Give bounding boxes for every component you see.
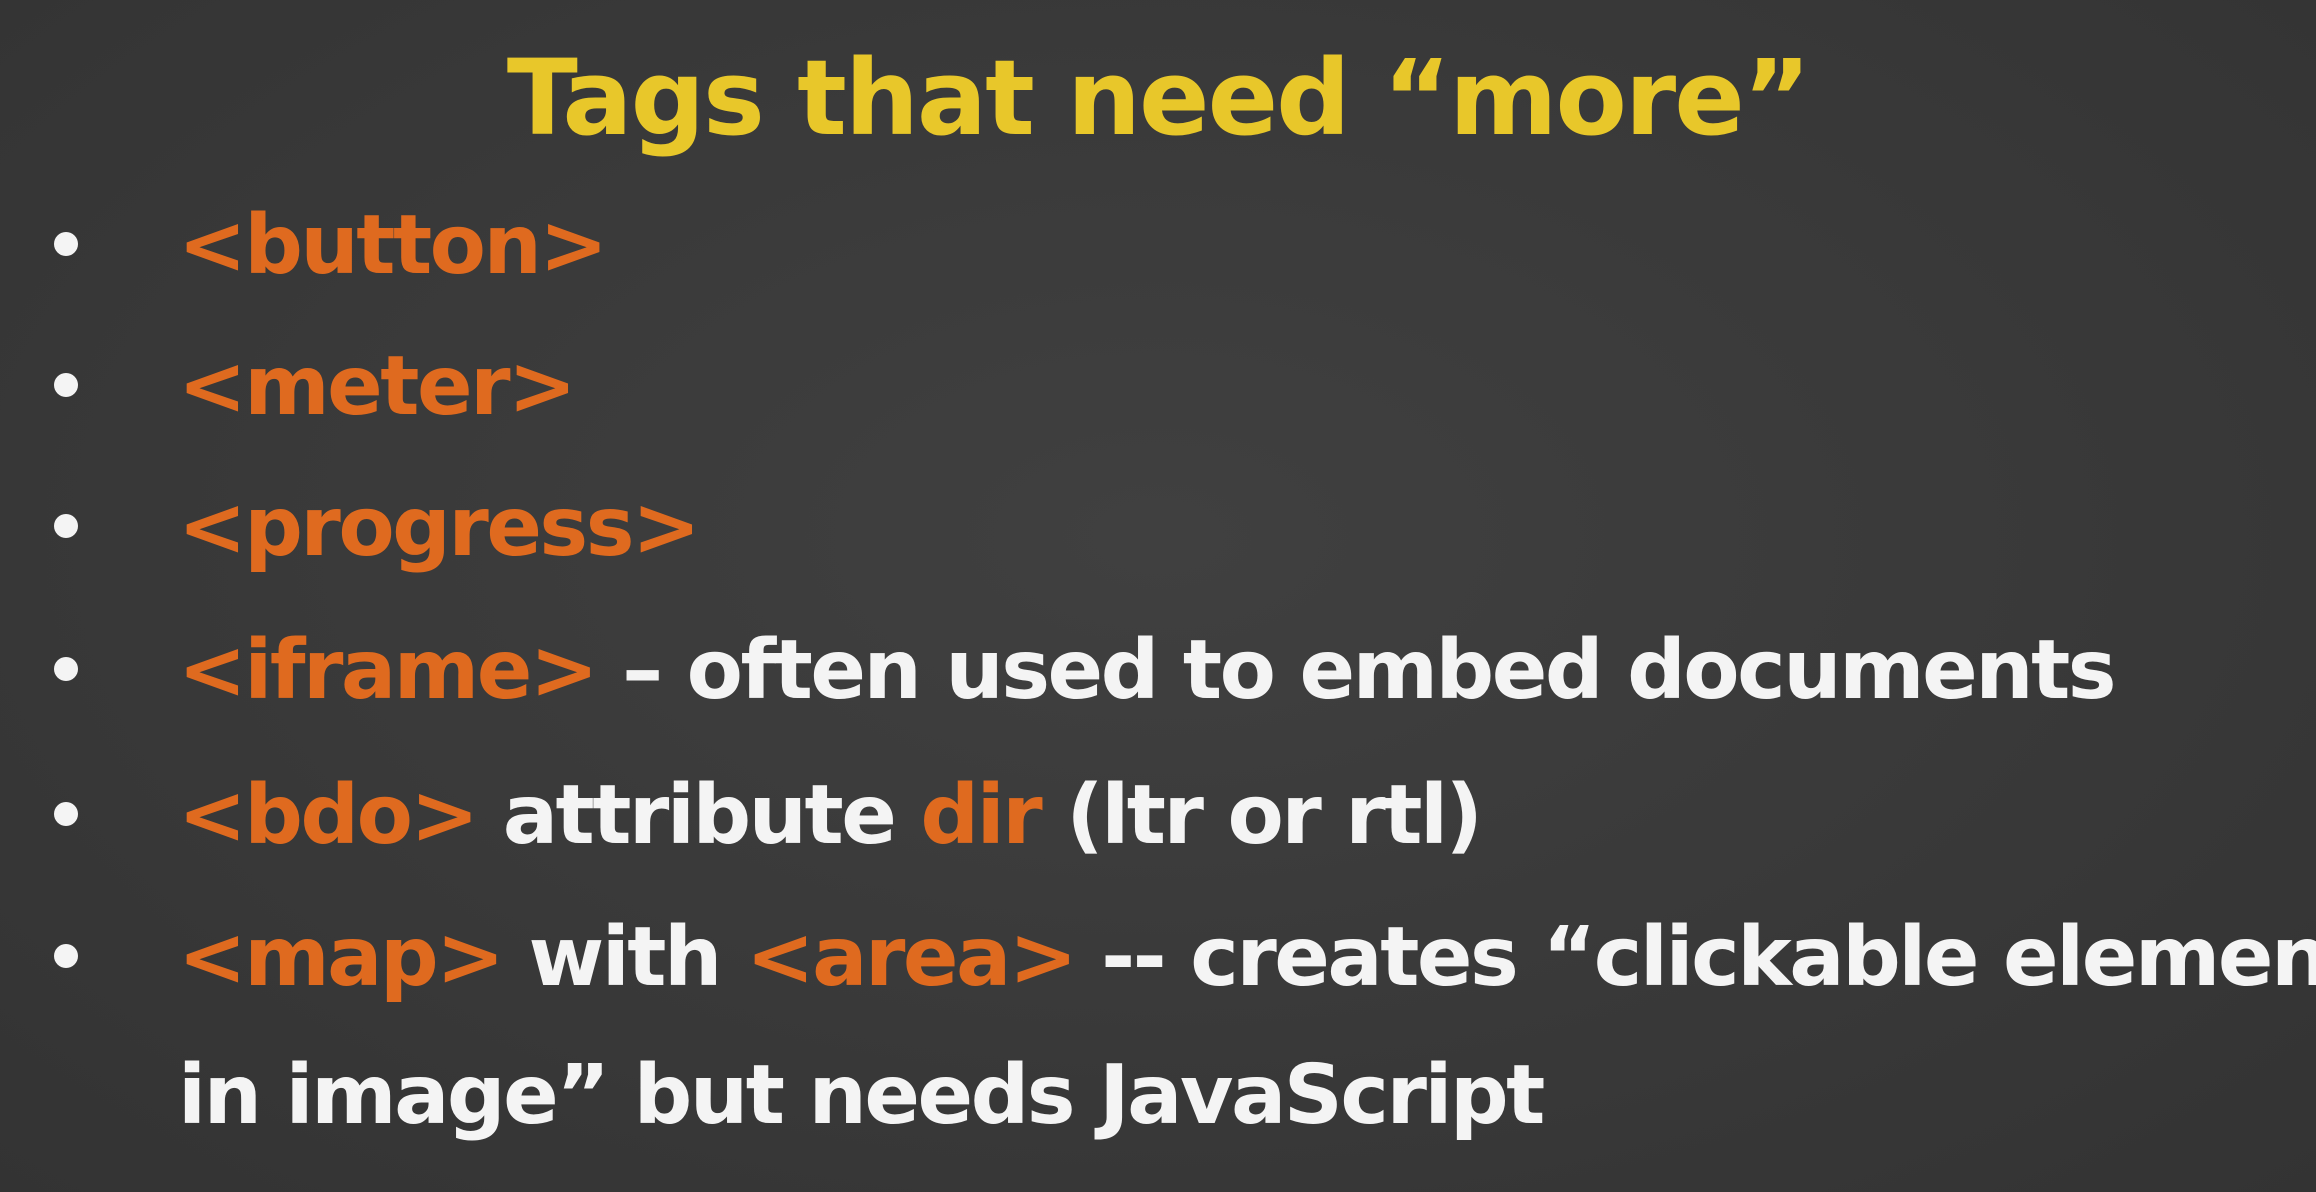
bullet-line: <bdo> attribute dir (ltr or rtl) (178, 746, 1483, 886)
bullet-dot-icon (54, 944, 78, 968)
html-tag: <button> (178, 198, 608, 293)
html-tag: <meter> (178, 339, 577, 434)
presentation-slide: Tags that need “more” <button> <meter> <… (0, 0, 2316, 1192)
bullet-text: -- creates “clickable element (1075, 910, 2316, 1005)
attribute-name: dir (920, 768, 1042, 863)
bullet-text: – often used to embed documents (596, 623, 2117, 718)
html-tag: <area> (745, 910, 1078, 1005)
bullet-line: <progress> (178, 458, 701, 598)
bullet-continuation: in image” but needs JavaScript (178, 1048, 1545, 1143)
html-tag: <progress> (178, 480, 701, 575)
html-tag: <bdo> (178, 768, 479, 863)
bullet-text: attribute (476, 768, 921, 863)
bullet-list: <button> <meter> <progress> <iframe> – o… (0, 0, 2316, 1192)
bullet-line: <meter> (178, 317, 577, 457)
bullet-text: (ltr or rtl) (1040, 768, 1483, 863)
bullet-dot-icon (54, 802, 78, 826)
html-tag: <map> (178, 910, 505, 1005)
bullet-line: <button> (178, 176, 608, 316)
bullet-dot-icon (54, 514, 78, 538)
html-tag: <iframe> (178, 623, 599, 718)
bullet-text: with (502, 910, 746, 1005)
bullet-dot-icon (54, 657, 78, 681)
bullet-dot-icon (54, 232, 78, 256)
bullet-dot-icon (54, 373, 78, 397)
bullet-line: <map> with <area> -- creates “clickable … (178, 888, 2316, 1028)
bullet-line: <iframe> – often used to embed documents (178, 601, 2117, 741)
